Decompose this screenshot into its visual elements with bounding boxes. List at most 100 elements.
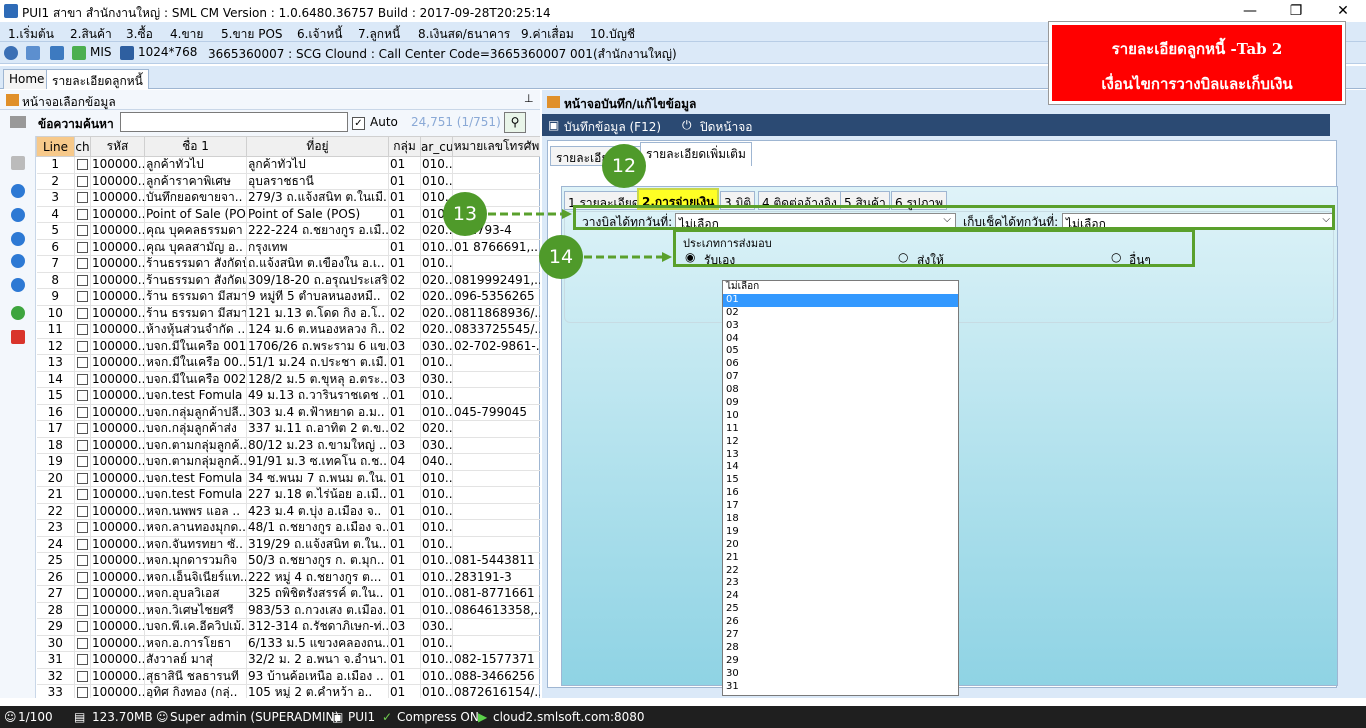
table-row[interactable]: 1 100000.. ลูกค้าทั่วไป ลูกค้าทั่วไป 01 010.. <box>36 156 540 174</box>
table-row[interactable]: 25 100000.. หจก.มุกดารวมกิจ 50/3 ถ.ชยางกูร … <box>36 552 540 570</box>
row-checkbox[interactable] <box>74 173 91 190</box>
double-arrow-icon[interactable] <box>11 232 25 246</box>
row-checkbox-box[interactable] <box>77 588 88 600</box>
table-row[interactable]: 8 100000.. ร้านธรรมดา สังกัดเ.. 309/18-20 ถ… <box>36 272 540 289</box>
dropdown-option[interactable]: 01 <box>723 293 958 307</box>
row-checkbox[interactable] <box>74 519 91 537</box>
dropdown-option[interactable]: 19 <box>723 526 958 539</box>
row-checkbox[interactable] <box>74 156 91 174</box>
row-checkbox-box[interactable] <box>77 538 88 550</box>
close-window-button[interactable]: ✕ <box>1320 0 1366 22</box>
row-checkbox-box[interactable] <box>77 225 88 237</box>
row-checkbox[interactable] <box>74 420 91 438</box>
row-checkbox[interactable] <box>74 635 91 652</box>
table-row[interactable]: 18 100000.. บจก.ตามกลุ่มลูกค้.. 80/12 ม.23 … <box>36 437 540 454</box>
row-checkbox[interactable] <box>74 453 91 471</box>
table-row[interactable]: 10 100000.. ร้าน ธรรมดา มีสมา.. 121 ม.13 ต.… <box>36 305 540 322</box>
dropdown-option[interactable]: 30 <box>723 668 958 681</box>
chart-icon[interactable] <box>72 46 86 60</box>
row-checkbox[interactable] <box>74 552 91 570</box>
dropdown-option[interactable]: 10 <box>723 410 958 423</box>
row-checkbox-box[interactable] <box>77 522 88 534</box>
dropdown-option[interactable]: 05 <box>723 345 958 358</box>
row-checkbox[interactable] <box>74 354 91 372</box>
dropdown-option[interactable]: 07 <box>723 371 958 384</box>
row-checkbox[interactable] <box>74 618 91 636</box>
table-row[interactable]: 9 100000.. ร้าน ธรรมดา มีสมา.. 9 หมู่ที่ 5 … <box>36 288 540 306</box>
search-button[interactable]: ⚲ <box>504 112 526 133</box>
row-checkbox-box[interactable] <box>77 687 88 698</box>
bill-date-dropdown[interactable]: ไม่เลือก 01 02 03 04 05 06 07 08 09 10 11 12 13 14 15 16… <box>722 280 959 696</box>
row-checkbox-box[interactable] <box>77 555 88 567</box>
maximize-button[interactable]: ❐ <box>1273 0 1319 22</box>
dropdown-option[interactable]: 17 <box>723 500 958 513</box>
dropdown-option[interactable]: 24 <box>723 590 958 603</box>
row-checkbox[interactable] <box>74 437 91 454</box>
table-row[interactable]: 19 100000.. บจก.ตามกลุ่มลูกค้.. 91/91 ม.3 ซ… <box>36 453 540 471</box>
table-row[interactable]: 15 100000.. บจก.test Fomula .. 49 ม.13 ถ.วา… <box>36 387 540 405</box>
dropdown-option[interactable]: 11 <box>723 423 958 436</box>
calculator-icon[interactable] <box>50 46 64 60</box>
dropdown-option[interactable]: 27 <box>723 629 958 642</box>
row-checkbox-box[interactable] <box>77 307 88 319</box>
row-checkbox[interactable] <box>74 189 91 207</box>
row-checkbox-box[interactable] <box>77 654 88 666</box>
dropdown-option[interactable]: 03 <box>723 320 958 333</box>
arrow-up-icon[interactable] <box>11 254 25 268</box>
table-row[interactable]: 26 100000.. หจก.เอ็นจิเนียร์แท.. 222 หมู่ 4… <box>36 569 540 586</box>
row-checkbox[interactable] <box>74 536 91 553</box>
row-checkbox-box[interactable] <box>77 423 88 435</box>
dropdown-option[interactable]: 31 <box>723 681 958 694</box>
row-checkbox-box[interactable] <box>77 291 88 303</box>
mis-label[interactable]: MIS <box>90 45 112 59</box>
row-checkbox[interactable] <box>74 668 91 685</box>
column-header[interactable]: ที่อยู่ <box>246 136 389 157</box>
table-row[interactable]: 27 100000.. หจก.อุบลวิเอส 325 ถพิชิตรังสรรค… <box>36 585 540 603</box>
row-checkbox-box[interactable] <box>77 472 88 484</box>
row-checkbox[interactable] <box>74 371 91 388</box>
row-checkbox-box[interactable] <box>77 604 88 616</box>
tree-icon[interactable] <box>10 116 26 128</box>
dropdown-option[interactable]: 09 <box>723 397 958 410</box>
column-header[interactable]: Line <box>36 136 75 157</box>
row-checkbox-box[interactable] <box>77 192 88 204</box>
column-header[interactable]: ชื่อ 1 <box>144 136 247 157</box>
arrow-down-icon[interactable] <box>11 278 25 292</box>
row-checkbox-box[interactable] <box>77 390 88 402</box>
table-row[interactable]: 29 100000.. บจก.พี.เค.อีควิปเม้.. 312-314 ถ… <box>36 618 540 636</box>
row-checkbox[interactable] <box>74 305 91 322</box>
table-row[interactable]: 6 100000.. คุณ บุคลสามัญ อ.. กรุงเทพ 01 010..… <box>36 239 540 256</box>
row-checkbox[interactable] <box>74 288 91 306</box>
dropdown-option[interactable]: 15 <box>723 474 958 487</box>
dropdown-option[interactable]: 16 <box>723 487 958 500</box>
window-icon[interactable] <box>26 46 40 60</box>
dropdown-option[interactable]: 23 <box>723 577 958 590</box>
table-row[interactable]: 13 100000.. หจก.มีในเครือ 00.. 51/1 ม.24 ถ.… <box>36 354 540 372</box>
row-checkbox-box[interactable] <box>77 373 88 385</box>
auto-checkbox[interactable]: ✓ <box>352 117 365 130</box>
row-checkbox-box[interactable] <box>77 505 88 517</box>
delete-icon[interactable] <box>11 330 25 344</box>
dropdown-option[interactable]: 14 <box>723 461 958 474</box>
row-checkbox-box[interactable] <box>77 621 88 633</box>
help-icon[interactable] <box>11 306 25 320</box>
arrow-left-icon[interactable] <box>11 184 25 198</box>
table-row[interactable]: 14 100000.. บจก.มีในเครือ 002 128/2 ม.5 ต.ข… <box>36 371 540 388</box>
dropdown-option[interactable]: 21 <box>723 552 958 565</box>
table-row[interactable]: 33 100000.. อุทิศ กิ่งทอง (กลุ่.. 105 หมู่ … <box>36 684 540 698</box>
row-checkbox-box[interactable] <box>77 159 88 171</box>
table-row[interactable]: 31 100000.. สังวาลย์ มาสุ่ 32/2 ม. 2 อ.พนา … <box>36 651 540 669</box>
row-checkbox-box[interactable] <box>77 571 88 583</box>
table-row[interactable]: 23 100000.. หจก.ลานทองมุกด.. 48/1 ถ.ชยางกูร… <box>36 519 540 537</box>
row-checkbox[interactable] <box>74 222 91 240</box>
dropdown-option[interactable]: 08 <box>723 384 958 397</box>
row-checkbox[interactable] <box>74 387 91 405</box>
dropdown-option[interactable]: 20 <box>723 539 958 552</box>
column-header[interactable]: หมายเลขโทรศัพ <box>452 136 540 157</box>
row-checkbox[interactable] <box>74 272 91 289</box>
dropdown-option[interactable]: 04 <box>723 333 958 346</box>
row-checkbox[interactable] <box>74 321 91 339</box>
table-row[interactable]: 22 100000.. หจก.นพพร แอล .. 423 ม.4 ต.บุ่ง … <box>36 503 540 520</box>
row-checkbox[interactable] <box>74 684 91 698</box>
row-checkbox-box[interactable] <box>77 456 88 468</box>
